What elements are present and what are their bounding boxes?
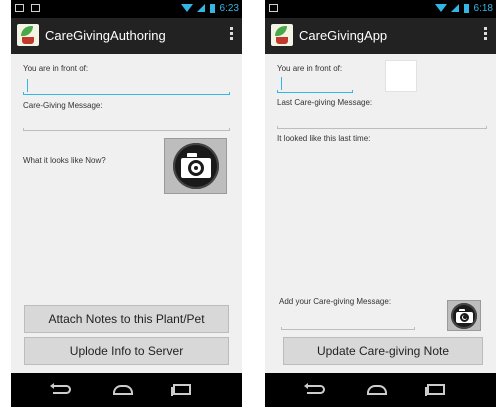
recent-apps-icon[interactable] bbox=[425, 384, 445, 396]
status-time: 6:18 bbox=[473, 3, 493, 14]
location-input[interactable] bbox=[277, 75, 353, 97]
location-image bbox=[385, 60, 417, 92]
message-input[interactable] bbox=[281, 312, 415, 334]
signal-icon bbox=[450, 4, 459, 13]
input-underline bbox=[23, 92, 230, 95]
status-bar: 6:18 bbox=[265, 0, 496, 18]
home-icon[interactable] bbox=[367, 385, 387, 395]
overflow-menu-icon[interactable] bbox=[478, 25, 492, 45]
last-time-label: It looked like this last time: bbox=[277, 134, 371, 143]
battery-icon bbox=[463, 3, 469, 13]
wifi-icon bbox=[181, 4, 194, 13]
action-bar: CareGivingApp bbox=[265, 18, 496, 54]
looks-now-label: What it looks like Now? bbox=[23, 156, 106, 165]
notification-icon bbox=[269, 4, 278, 12]
update-note-button[interactable]: Update Care-giving Note bbox=[283, 337, 483, 365]
authoring-screen: 6:23 CareGivingAuthoring You are in fron… bbox=[11, 0, 242, 407]
overflow-menu-icon[interactable] bbox=[224, 25, 238, 45]
text-cursor bbox=[27, 79, 28, 92]
app-title: CareGivingApp bbox=[299, 28, 388, 43]
input-underline bbox=[277, 90, 353, 93]
camera-icon bbox=[451, 302, 477, 329]
message-input[interactable] bbox=[23, 112, 230, 134]
app-title: CareGivingAuthoring bbox=[45, 28, 166, 43]
back-icon[interactable] bbox=[304, 383, 325, 394]
location-label: You are in front of: bbox=[277, 64, 343, 73]
add-message-label: Add your Care-giving Message: bbox=[279, 297, 392, 306]
plant-in-pot-icon[interactable] bbox=[271, 24, 293, 46]
last-message-underline bbox=[277, 126, 487, 129]
notification-icon bbox=[31, 4, 41, 12]
action-bar: CareGivingAuthoring bbox=[11, 18, 242, 54]
signal-icon bbox=[196, 4, 205, 13]
recent-apps-icon[interactable] bbox=[171, 384, 191, 396]
text-cursor bbox=[281, 77, 282, 90]
camera-icon bbox=[172, 143, 219, 189]
plant-in-pot-icon[interactable] bbox=[17, 24, 39, 46]
attach-notes-button[interactable]: Attach Notes to this Plant/Pet bbox=[24, 305, 229, 333]
wifi-icon bbox=[435, 4, 448, 13]
upload-info-button[interactable]: Uplode Info to Server bbox=[24, 337, 229, 365]
camera-button[interactable] bbox=[164, 138, 227, 194]
camera-button[interactable] bbox=[447, 300, 481, 331]
status-bar: 6:23 bbox=[11, 0, 242, 18]
last-message-label: Last Care-giving Message: bbox=[277, 98, 373, 107]
notification-icon bbox=[15, 4, 24, 12]
status-time: 6:23 bbox=[219, 3, 239, 14]
home-icon[interactable] bbox=[113, 385, 133, 395]
input-underline bbox=[281, 327, 415, 330]
battery-icon bbox=[209, 3, 215, 13]
location-label: You are in front of: bbox=[23, 64, 89, 73]
back-icon[interactable] bbox=[50, 383, 71, 394]
navigation-bar bbox=[11, 373, 242, 407]
message-label: Care-Giving Message: bbox=[23, 101, 103, 110]
input-underline bbox=[23, 128, 230, 131]
navigation-bar bbox=[265, 373, 496, 407]
caregiving-screen: 6:18 CareGivingApp You are in front of: … bbox=[265, 0, 496, 407]
location-input[interactable] bbox=[23, 76, 230, 98]
